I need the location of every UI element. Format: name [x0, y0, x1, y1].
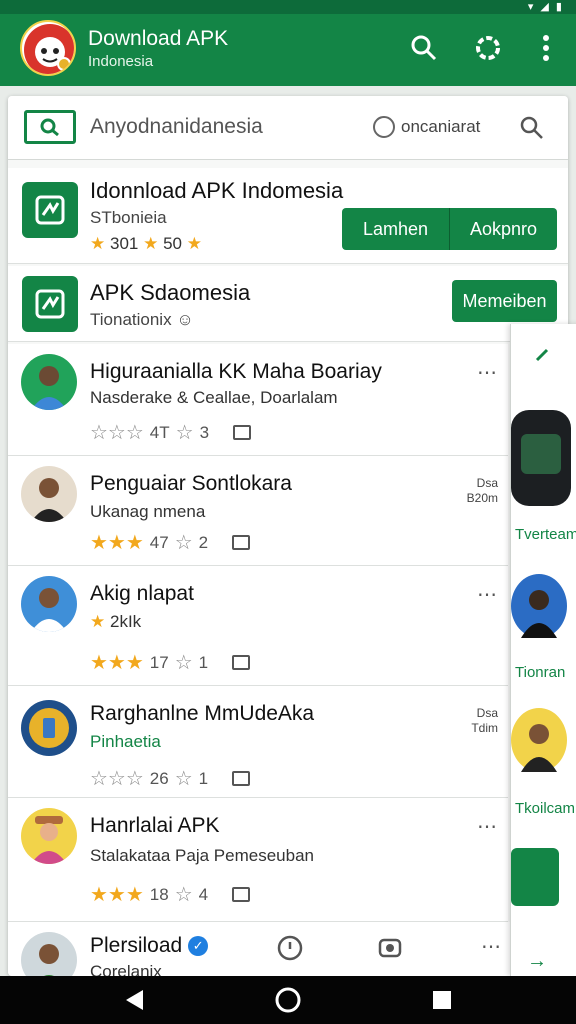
list-item[interactable]: Hanrlalai APK Stalakataa Paja Pemeseuban…: [8, 798, 508, 922]
search-bar[interactable]: Anyodnanidanesia oncaniarat: [8, 96, 568, 160]
bookmark-icon[interactable]: [232, 655, 251, 670]
app-tile-icon: [22, 182, 78, 238]
peek-label: Tkoilcam: [515, 800, 576, 817]
featured-item[interactable]: APK Sdaomesia Tionationix ☺ Memeiben: [8, 266, 568, 342]
list-item[interactable]: Rarghanlne MmUdeAka Pinhaetia ☆☆☆ 26 ☆ 1 D…: [8, 686, 508, 798]
lamhen-button[interactable]: Lamhen: [342, 208, 449, 250]
item-title: Higuraanialla KK Maha Boariay: [90, 360, 382, 383]
peek-app-tile-icon: [511, 848, 559, 906]
peek-label: Tionran: [515, 664, 566, 681]
avatar: [21, 576, 77, 632]
arrow-right-icon[interactable]: →: [527, 950, 547, 973]
item-title: Hanrlalai APK: [90, 814, 220, 837]
item-meta: Dsa Tdim: [471, 706, 498, 735]
main-card: Anyodnanidanesia oncaniarat Idonnload AP…: [8, 96, 568, 976]
item-subtitle: Stalakataa Paja Pemeseuban: [90, 846, 314, 865]
item-title: Akig nlapat: [90, 582, 194, 605]
app-tile-icon: [22, 276, 78, 332]
more-icon[interactable]: ⋯: [477, 582, 498, 607]
star-icon: ★: [186, 234, 202, 253]
back-icon[interactable]: [120, 986, 148, 1014]
status-icons: ▾ ◢ ▮: [527, 1, 564, 13]
timer-icon[interactable]: [276, 934, 304, 967]
more-icon[interactable]: ⋯: [477, 814, 498, 839]
settings-icon[interactable]: [470, 30, 506, 66]
list-item[interactable]: Plersiload ✓ Corelanix ⋯: [8, 922, 568, 976]
star-icon: ★: [90, 234, 106, 253]
search-input[interactable]: Anyodnanidanesia: [90, 115, 263, 139]
memeiben-button[interactable]: Memeiben: [452, 280, 557, 322]
device-image: [511, 410, 571, 506]
side-panel-peek[interactable]: Tverteam Tionran Tkoilcam →: [510, 324, 576, 976]
system-nav-bar: [0, 976, 576, 1024]
peek-avatar: [511, 708, 567, 772]
aokpnro-button[interactable]: Aokpnro: [449, 208, 557, 250]
featured-title: APK Sdaomesia: [90, 280, 251, 305]
featured-rating: ★ 301 ★ 50 ★: [90, 234, 202, 253]
featured-subtitle: STbonieia: [90, 208, 167, 227]
bookmark-icon[interactable]: [232, 887, 251, 902]
search-option-radio[interactable]: [373, 116, 395, 138]
item-subtitle: Ukanag nmena: [90, 502, 206, 521]
verified-icon: ✓: [188, 936, 209, 957]
search-option-label: oncaniarat: [401, 117, 481, 136]
item-rating: ★★★ 17 ☆ 1: [90, 650, 251, 675]
item-rating: ☆☆☆ 26 ☆ 1: [90, 766, 251, 791]
avatar: [21, 354, 77, 410]
item-meta: Dsa B20m: [466, 476, 498, 505]
more-icon[interactable]: ⋯: [481, 934, 502, 959]
item-title: Rarghanlne MmUdeAka: [90, 702, 315, 725]
camera-icon[interactable]: [376, 934, 404, 967]
peek-avatar: [511, 574, 567, 638]
avatar: [21, 808, 77, 864]
item-rating: ★★★ 18 ☆ 4: [90, 882, 251, 907]
search-submit-icon[interactable]: [514, 110, 550, 146]
bookmark-icon[interactable]: [233, 425, 252, 440]
home-icon[interactable]: [274, 986, 302, 1014]
avatar: [21, 932, 77, 976]
app-bar: Download APK Indonesia: [0, 14, 576, 86]
item-subtitle: Nasderake & Ceallae, Doarlalam: [90, 388, 338, 407]
smile-emoji-icon: ☺: [176, 310, 194, 329]
recents-icon[interactable]: [428, 986, 456, 1014]
star-icon: ★: [143, 234, 159, 253]
status-bar: ▾ ◢ ▮: [0, 0, 576, 14]
more-icon[interactable]: ⋯: [477, 360, 498, 385]
avatar: [21, 466, 77, 522]
featured-button-group: Lamhen Aokpnro: [342, 208, 557, 250]
featured-title: Idonnload APK Indomesia: [90, 178, 344, 203]
peek-label: Tverteam: [515, 526, 576, 543]
list-item[interactable]: Penguaiar Sontlokara Ukanag nmena ★★★ 47 …: [8, 456, 508, 566]
app-subtitle: Indonesia: [88, 53, 154, 70]
item-title: Plersiload ✓: [90, 934, 209, 958]
avatar: [21, 700, 77, 756]
bookmark-icon[interactable]: [232, 535, 251, 550]
app-title: Download APK: [88, 27, 229, 50]
item-title: Penguaiar Sontlokara: [90, 472, 292, 495]
search-badge-icon: [24, 110, 76, 144]
item-rating: ★★★ 47 ☆ 2: [90, 530, 251, 555]
featured-item[interactable]: Idonnload APK Indomesia STbonieia ★ 301 …: [8, 168, 568, 264]
chevron-icon[interactable]: [533, 346, 553, 371]
item-rating: ☆☆☆ 4T ☆ 3: [90, 420, 252, 445]
list-item[interactable]: Akig nlapat ★ 2kIk ★★★ 17 ☆ 1 ⋯: [8, 566, 508, 686]
item-subtitle: Corelanix: [90, 962, 162, 976]
item-subtitle: Pinhaetia: [90, 732, 161, 751]
more-vert-icon[interactable]: [528, 30, 564, 66]
item-subtitle: ★ 2kIk: [90, 612, 142, 631]
app-logo: [20, 20, 76, 76]
search-icon[interactable]: [406, 30, 442, 66]
list-item[interactable]: Higuraanialla KK Maha Boariay Nasderake …: [8, 344, 508, 456]
bookmark-icon[interactable]: [232, 771, 251, 786]
featured-subtitle: Tionationix ☺: [90, 310, 194, 329]
